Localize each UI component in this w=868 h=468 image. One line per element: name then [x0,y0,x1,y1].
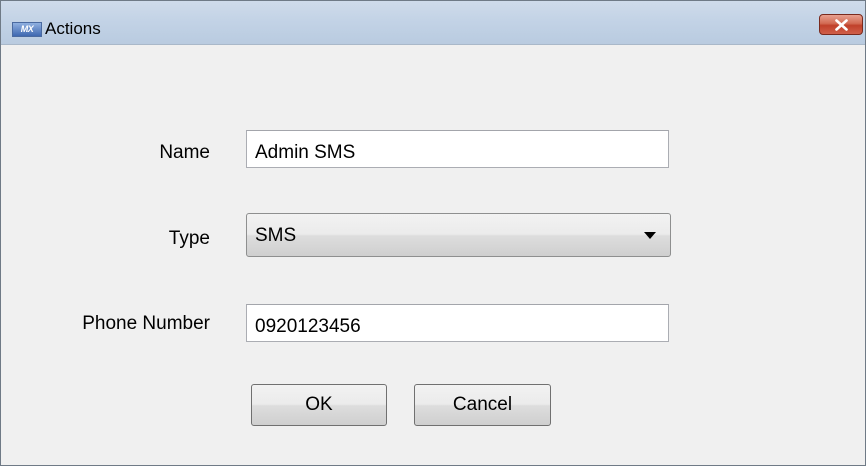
dialog-content: Name Type SMS Phone Number OK Cancel [1,45,865,465]
ok-button[interactable]: OK [251,384,387,426]
name-label: Name [159,142,210,163]
chevron-down-icon [644,232,656,239]
phone-number-field[interactable] [246,304,669,342]
window-title: Actions [45,19,101,38]
close-icon [835,19,848,31]
phone-number-label: Phone Number [82,313,210,334]
actions-dialog: MX Actions Name Type SMS Phone Number OK… [0,0,866,466]
type-selected-value: SMS [255,225,297,246]
cancel-button[interactable]: Cancel [414,384,551,426]
name-field[interactable] [246,130,669,168]
close-button[interactable] [819,14,863,35]
type-dropdown[interactable]: SMS [246,213,671,257]
app-logo-icon: MX [12,22,42,37]
title-bar[interactable]: MX Actions [1,1,865,45]
type-label: Type [168,228,210,249]
